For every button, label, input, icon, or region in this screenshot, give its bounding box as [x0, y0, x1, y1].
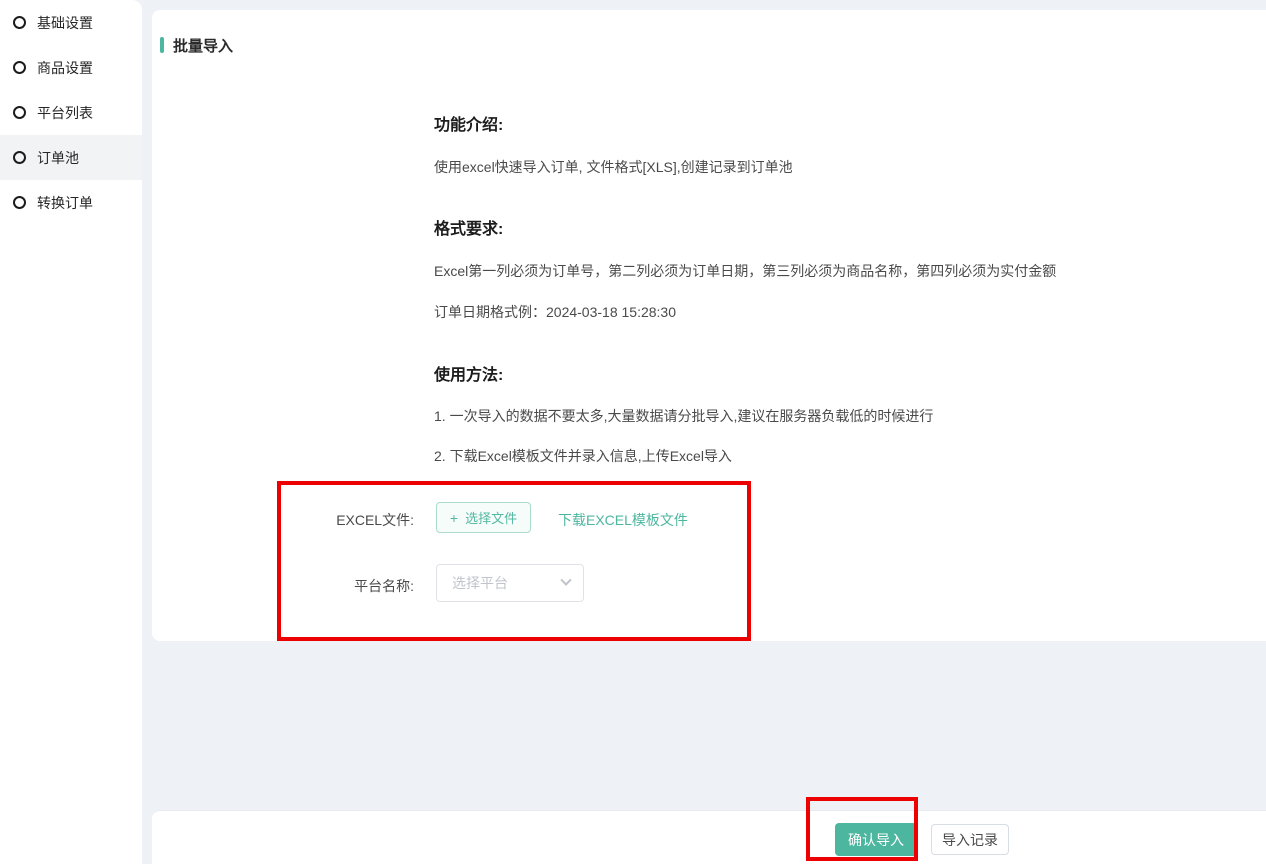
download-excel-template-link[interactable]: 下载EXCEL模板文件 — [558, 510, 688, 530]
intro-heading: 功能介绍: — [434, 111, 503, 135]
sidebar-item-basic-settings[interactable]: 基础设置 — [0, 0, 142, 45]
circle-icon — [13, 196, 26, 209]
circle-icon — [13, 106, 26, 119]
sidebar: 基础设置 商品设置 平台列表 订单池 转换订单 — [0, 0, 142, 864]
platform-select[interactable]: 选择平台 — [436, 564, 584, 602]
sidebar-item-label: 订单池 — [37, 148, 79, 168]
sidebar-item-label: 基础设置 — [37, 13, 93, 33]
footer-action-bar — [152, 810, 1266, 864]
sidebar-item-platform-list[interactable]: 平台列表 — [0, 90, 142, 135]
chevron-down-icon — [560, 575, 571, 586]
import-records-button[interactable]: 导入记录 — [931, 824, 1009, 855]
circle-icon — [13, 151, 26, 164]
platform-select-placeholder: 选择平台 — [452, 573, 508, 593]
sidebar-item-convert-orders[interactable]: 转换订单 — [0, 180, 142, 225]
format-requirement-text: Excel第一列必须为订单号，第二列必须为订单日期，第三列必须为商品名称，第四列… — [434, 261, 1056, 281]
sidebar-item-order-pool[interactable]: 订单池 — [0, 135, 142, 180]
usage-heading: 使用方法: — [434, 361, 503, 385]
date-format-example-text: 订单日期格式例：2024-03-18 15:28:30 — [434, 302, 676, 322]
circle-icon — [13, 61, 26, 74]
content-card: 批量导入 功能介绍: 使用excel快速导入订单, 文件格式[XLS],创建记录… — [152, 10, 1266, 641]
choose-file-label: 选择文件 — [465, 508, 517, 527]
usage-step-1: 1. 一次导入的数据不要太多,大量数据请分批导入,建议在服务器负载低的时候进行 — [434, 406, 933, 426]
sidebar-item-product-settings[interactable]: 商品设置 — [0, 45, 142, 90]
format-heading: 格式要求: — [434, 215, 503, 239]
page-title: 批量导入 — [160, 37, 233, 53]
choose-file-button[interactable]: + 选择文件 — [436, 502, 531, 533]
title-accent-bar — [160, 37, 164, 53]
intro-text: 使用excel快速导入订单, 文件格式[XLS],创建记录到订单池 — [434, 157, 793, 177]
sidebar-item-label: 转换订单 — [37, 193, 93, 213]
sidebar-item-label: 商品设置 — [37, 58, 93, 78]
page-title-text: 批量导入 — [173, 35, 233, 56]
sidebar-item-label: 平台列表 — [37, 103, 93, 123]
usage-step-2: 2. 下载Excel模板文件并录入信息,上传Excel导入 — [434, 446, 732, 466]
excel-file-label: EXCEL文件: — [280, 510, 414, 530]
confirm-import-button[interactable]: 确认导入 — [835, 823, 917, 856]
plus-icon: + — [450, 511, 458, 525]
circle-icon — [13, 16, 26, 29]
platform-name-label: 平台名称: — [280, 576, 414, 596]
